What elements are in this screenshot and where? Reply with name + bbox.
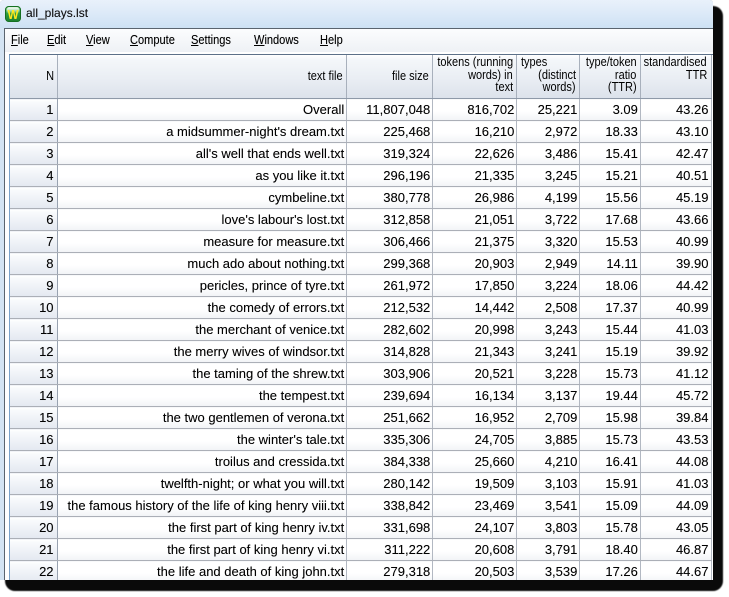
svg-text:W: W bbox=[8, 8, 19, 22]
